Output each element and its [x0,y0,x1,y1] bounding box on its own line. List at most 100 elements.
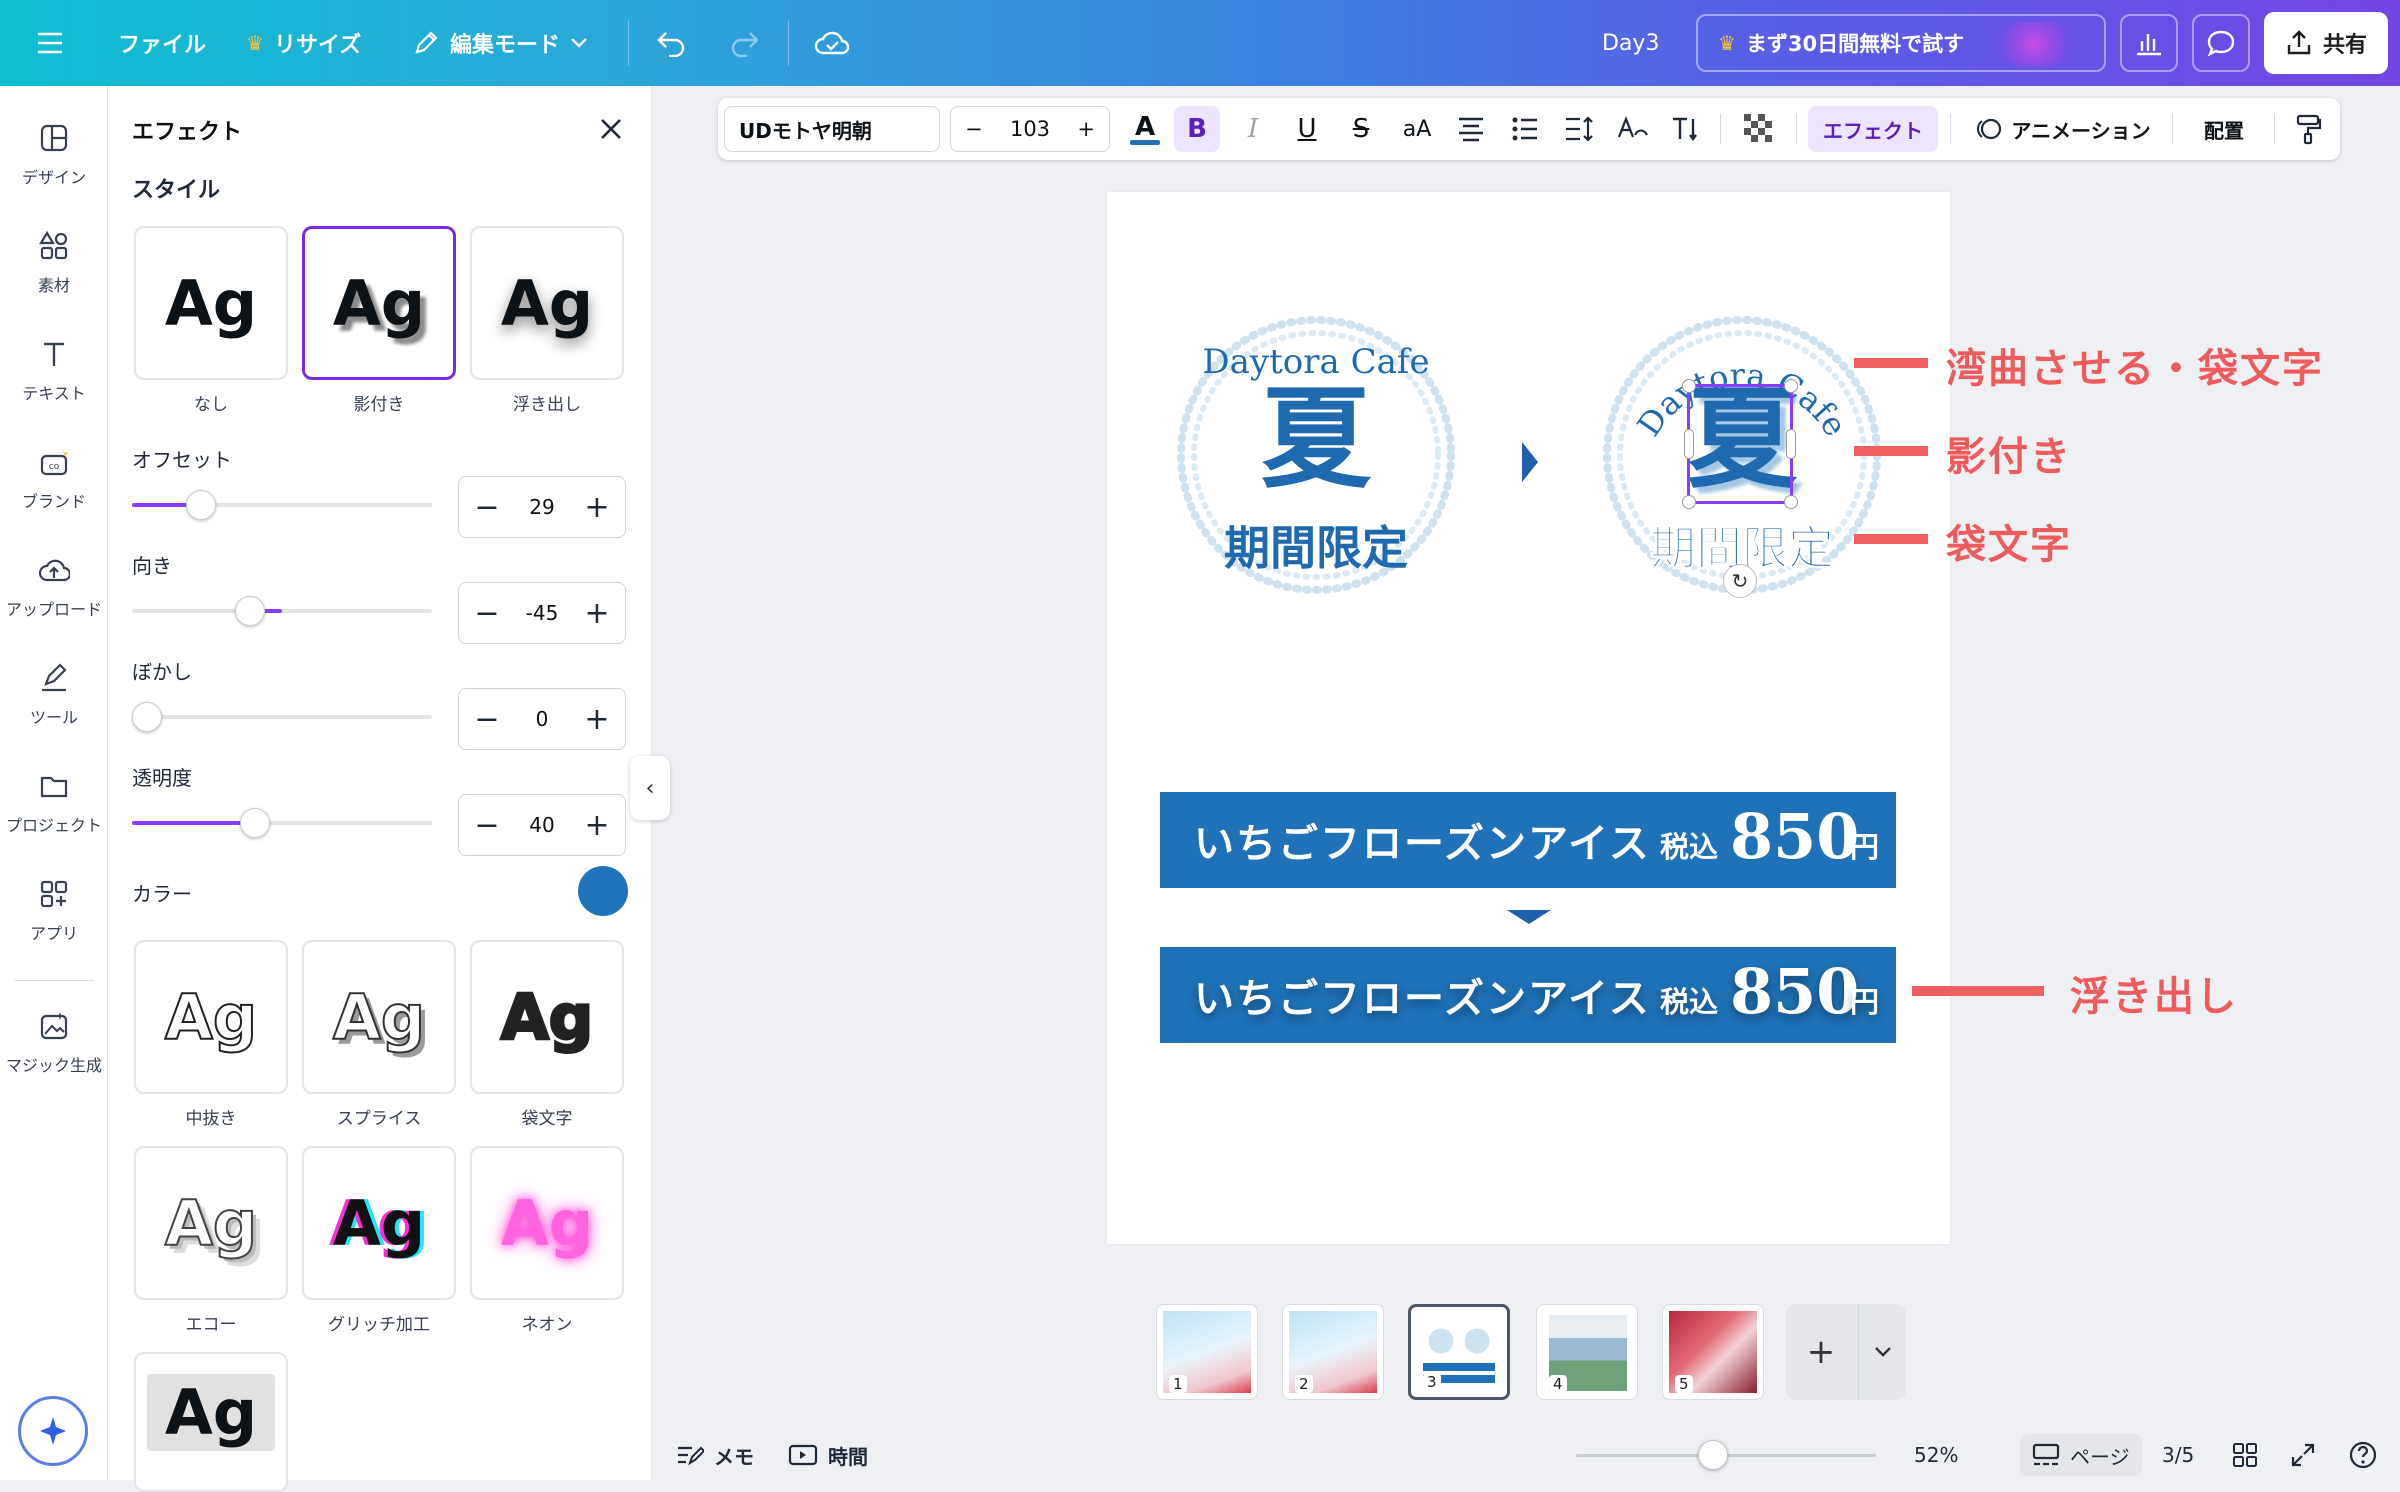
zoom-slider[interactable] [1576,1440,1876,1470]
insights-button[interactable] [2120,14,2178,72]
decrease-size-icon[interactable]: − [965,117,983,141]
style-neon-tile[interactable]: Ag [470,1146,624,1300]
font-selector[interactable]: UDモトヤ明朝 [724,106,940,152]
timer-button[interactable]: 時間 [788,1430,868,1480]
transparency-value[interactable]: 40 [529,813,554,837]
close-icon[interactable] [594,112,628,146]
resize-menu[interactable]: ♛ リサイズ [246,0,361,86]
collapse-panel-button[interactable]: ‹ [630,756,670,820]
minus-icon[interactable]: − [471,490,503,525]
badge-left-kanji[interactable]: 夏 [1171,374,1461,504]
fullscreen-button[interactable] [2290,1430,2316,1480]
blur-slider[interactable] [132,702,432,732]
slider-knob[interactable] [234,596,265,626]
side-handle[interactable] [1684,429,1694,459]
style-background-tile[interactable]: Ag [134,1352,288,1492]
minus-icon[interactable]: − [471,808,503,843]
transparency-stepper[interactable]: − 40 + [458,794,626,856]
underline-button[interactable]: U [1284,98,1330,160]
spacing-button[interactable] [1556,98,1602,160]
shadow-color-swatch[interactable] [578,866,628,916]
cloud-save-status[interactable] [814,0,850,86]
rail-elements[interactable]: 素材 [0,230,108,296]
side-handle[interactable] [1786,429,1796,459]
vertical-text-button[interactable] [1664,98,1710,160]
resize-handle[interactable] [1784,379,1798,393]
style-shadow-tile[interactable]: Ag [302,226,456,380]
share-button[interactable]: 共有 [2264,12,2388,74]
free-trial-button[interactable]: ♛ まず30日間無料で試す [1696,14,2106,72]
page-thumbnail-current[interactable]: 3 [1408,1304,1510,1400]
plus-icon[interactable]: + [581,596,613,631]
slider-knob[interactable] [132,702,162,732]
transparency-button[interactable] [1734,98,1784,160]
edit-mode-menu[interactable]: 編集モード [412,0,588,86]
add-page-button[interactable]: + [1786,1304,1856,1400]
style-none-tile[interactable]: Ag [134,226,288,380]
rail-design[interactable]: デザイン [0,122,108,188]
rail-tools[interactable]: ツール [0,662,108,728]
minus-icon[interactable]: − [471,702,503,737]
page-thumbnail[interactable]: 4 [1536,1304,1638,1400]
blur-value[interactable]: 0 [536,707,549,731]
italic-button[interactable]: I [1230,98,1276,160]
zoom-knob[interactable] [1697,1440,1728,1470]
style-splice-tile[interactable]: Ag [302,940,456,1094]
page-counter[interactable]: 3/5 [2162,1430,2194,1480]
align-button[interactable] [1448,98,1494,160]
help-button[interactable] [2348,1430,2378,1480]
plus-icon[interactable]: + [581,808,613,843]
design-page[interactable]: Daytora Cafe 夏 期間限定 Daytora Cafe 夏 期間限定 … [1107,192,1950,1244]
style-glitch-tile[interactable]: Ag [302,1146,456,1300]
text-effects-quick-button[interactable] [1610,98,1656,160]
offset-value[interactable]: 29 [529,495,554,519]
comments-button[interactable] [2192,14,2250,72]
plus-icon[interactable]: + [581,490,613,525]
pages-view-button[interactable]: ページ [2020,1434,2142,1476]
letter-case-button[interactable]: aA [1392,98,1442,160]
blur-stepper[interactable]: − 0 + [458,688,626,750]
strikethrough-button[interactable]: S [1338,98,1384,160]
animation-button[interactable]: アニメーション [1968,98,2158,160]
list-button[interactable] [1502,98,1548,160]
page-options-button[interactable] [1858,1304,1906,1400]
notes-button[interactable]: メモ [676,1430,754,1480]
direction-slider[interactable] [132,596,432,626]
bold-button[interactable]: B [1174,106,1220,152]
resize-handle[interactable] [1682,379,1696,393]
style-echo-tile[interactable]: Ag [134,1146,288,1300]
slider-knob[interactable] [186,490,216,520]
redo-button[interactable] [728,0,760,86]
direction-value[interactable]: -45 [526,601,559,625]
minus-icon[interactable]: − [471,596,503,631]
style-hollow-tile[interactable]: Ag [134,940,288,1094]
page-thumbnail[interactable]: 2 [1282,1304,1384,1400]
style-lift-tile[interactable]: Ag [470,226,624,380]
resize-handle[interactable] [1784,495,1798,509]
rail-brand[interactable]: co ブランド [0,446,108,512]
badge-left-subtitle[interactable]: 期間限定 [1171,512,1461,578]
file-menu[interactable]: ファイル [118,0,206,86]
offset-stepper[interactable]: − 29 + [458,476,626,538]
undo-button[interactable] [656,0,688,86]
style-outline-tile[interactable]: Ag [470,940,624,1094]
increase-size-icon[interactable]: + [1077,117,1095,141]
direction-stepper[interactable]: − -45 + [458,582,626,644]
rail-uploads[interactable]: アップロード [0,554,108,620]
transparency-slider[interactable] [132,808,432,838]
kanji-selection-box[interactable] [1682,379,1798,509]
resize-handle[interactable] [1682,495,1696,509]
offset-slider[interactable] [132,490,432,520]
zoom-level[interactable]: 52% [1914,1430,1958,1480]
document-title[interactable]: Day3 [1602,0,1659,86]
slider-knob[interactable] [240,808,270,838]
position-button[interactable]: 配置 [2184,98,2264,160]
rail-text[interactable]: テキスト [0,338,108,404]
copy-style-button[interactable] [2286,98,2332,160]
rotate-handle[interactable]: ↻ [1723,564,1757,598]
font-size-value[interactable]: 103 [1010,117,1050,141]
text-color-button[interactable]: A [1120,98,1170,160]
rail-apps[interactable]: アプリ [0,878,108,944]
grid-view-button[interactable] [2232,1430,2258,1480]
menu-button[interactable] [36,0,64,86]
